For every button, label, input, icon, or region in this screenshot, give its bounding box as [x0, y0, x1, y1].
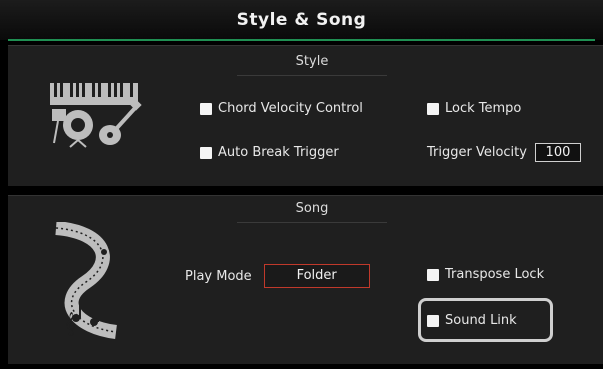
title-bar: Style & Song — [0, 0, 603, 41]
song-label-divider — [237, 222, 387, 223]
lock-tempo-checkbox[interactable]: Lock Tempo — [427, 101, 521, 116]
trigger-velocity-field: Trigger Velocity 100 — [427, 143, 581, 162]
play-mode-label: Play Mode — [185, 268, 252, 284]
trigger-velocity-label: Trigger Velocity — [427, 145, 527, 160]
transpose-lock-checkbox[interactable]: Transpose Lock — [427, 267, 544, 282]
song-section-header: Song — [237, 201, 387, 223]
song-section-label: Song — [295, 201, 329, 216]
trigger-velocity-value[interactable]: 100 — [534, 143, 581, 162]
style-label-divider — [237, 75, 387, 76]
chord-velocity-label: Chord Velocity Control — [218, 101, 363, 116]
auto-break-trigger-checkbox[interactable]: Auto Break Trigger — [200, 145, 339, 160]
lock-tempo-label: Lock Tempo — [445, 101, 522, 116]
instruments-icon — [48, 79, 144, 155]
style-panel: Style Chord Velocity Control Lock Tempo … — [8, 45, 603, 186]
music-notes-icon: 𝄞 — [46, 221, 126, 346]
play-mode-value[interactable]: Folder — [263, 264, 370, 288]
checkbox-box[interactable] — [427, 268, 439, 281]
auto-break-label: Auto Break Trigger — [218, 145, 339, 160]
play-mode-field: Play Mode Folder — [185, 264, 370, 288]
sound-link-highlight — [418, 298, 553, 342]
svg-text:𝄞: 𝄞 — [64, 311, 76, 336]
chord-velocity-control-checkbox[interactable]: Chord Velocity Control — [200, 101, 363, 116]
title-underline — [8, 39, 595, 41]
checkbox-box[interactable] — [200, 146, 212, 159]
checkbox-box[interactable] — [200, 102, 212, 115]
transpose-lock-label: Transpose Lock — [445, 267, 545, 282]
page-title: Style & Song — [236, 10, 367, 30]
checkbox-box[interactable] — [427, 102, 439, 115]
style-section-label: Style — [295, 54, 329, 69]
style-section-header: Style — [237, 54, 387, 76]
